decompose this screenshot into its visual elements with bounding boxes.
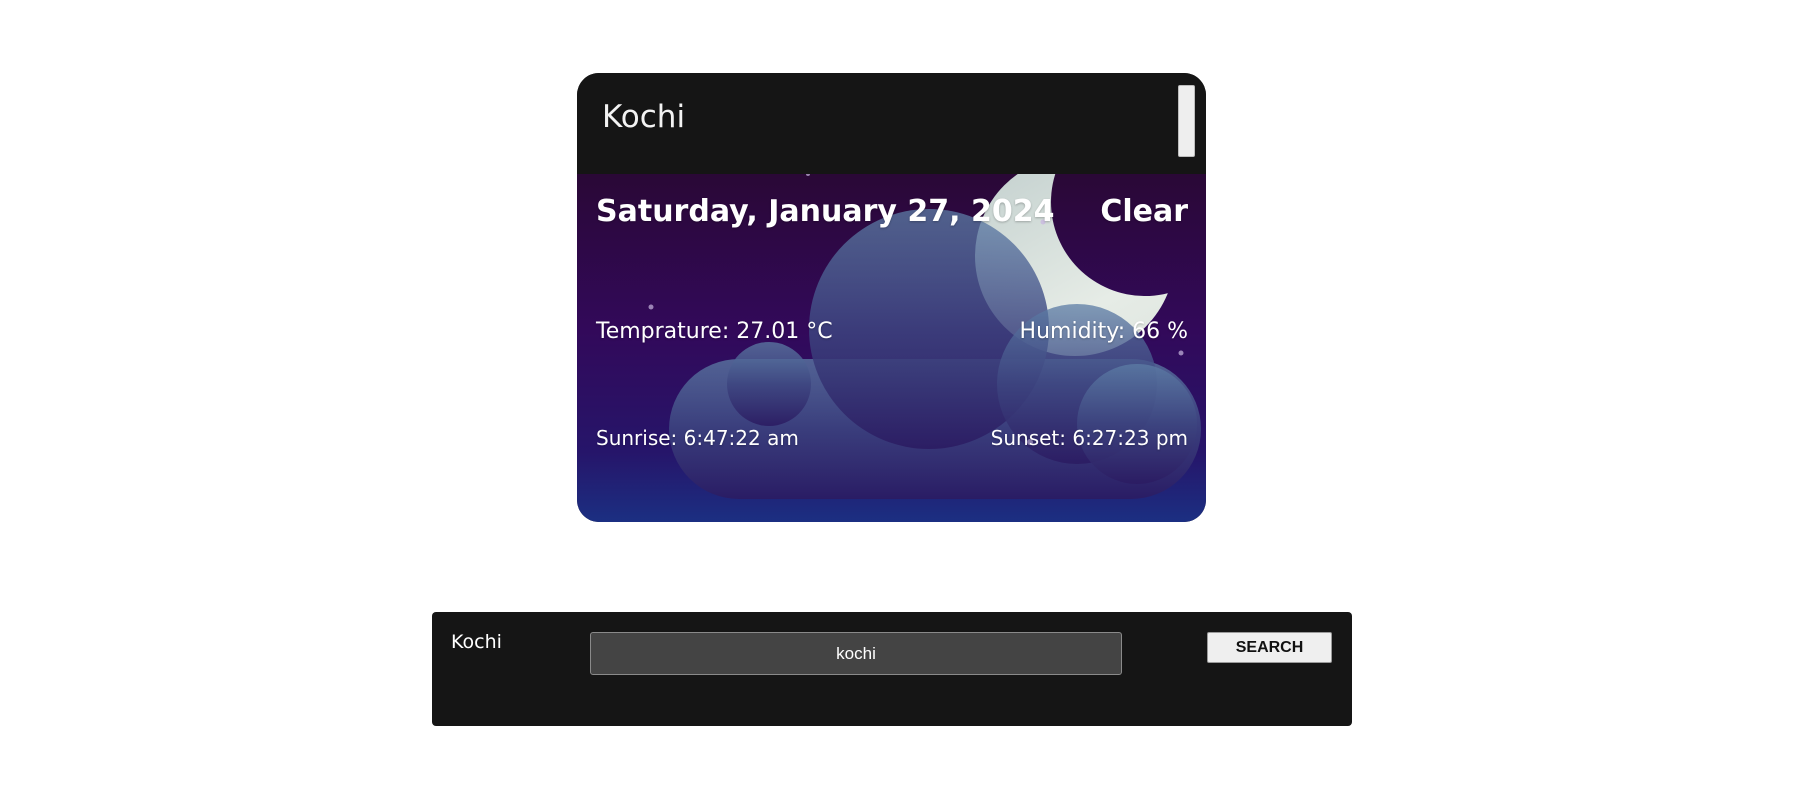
weather-card: Kochi Saturday, January 27, 2024 Clear T… bbox=[577, 73, 1206, 522]
header-toggle-button[interactable] bbox=[1178, 85, 1195, 157]
search-panel: Kochi SEARCH bbox=[432, 612, 1352, 726]
sun-times-row: Sunrise: 6:47:22 am Sunset: 6:27:23 pm bbox=[596, 426, 1188, 450]
search-city-label: Kochi bbox=[451, 631, 502, 653]
date-text: Saturday, January 27, 2024 bbox=[596, 194, 1055, 229]
sunrise-text: Sunrise: 6:47:22 am bbox=[596, 426, 799, 450]
sunset-text: Sunset: 6:27:23 pm bbox=[990, 426, 1188, 450]
card-header: Kochi bbox=[577, 73, 1206, 174]
date-row: Saturday, January 27, 2024 Clear bbox=[596, 194, 1188, 229]
card-city-name: Kochi bbox=[602, 99, 686, 135]
temperature-row: Temprature: 27.01 °C Humidity: 66 % bbox=[596, 319, 1188, 344]
city-search-input[interactable] bbox=[590, 632, 1122, 675]
humidity-text: Humidity: 66 % bbox=[1019, 319, 1188, 344]
temperature-text: Temprature: 27.01 °C bbox=[596, 319, 833, 344]
condition-text: Clear bbox=[1100, 194, 1188, 229]
search-button[interactable]: SEARCH bbox=[1207, 632, 1332, 663]
